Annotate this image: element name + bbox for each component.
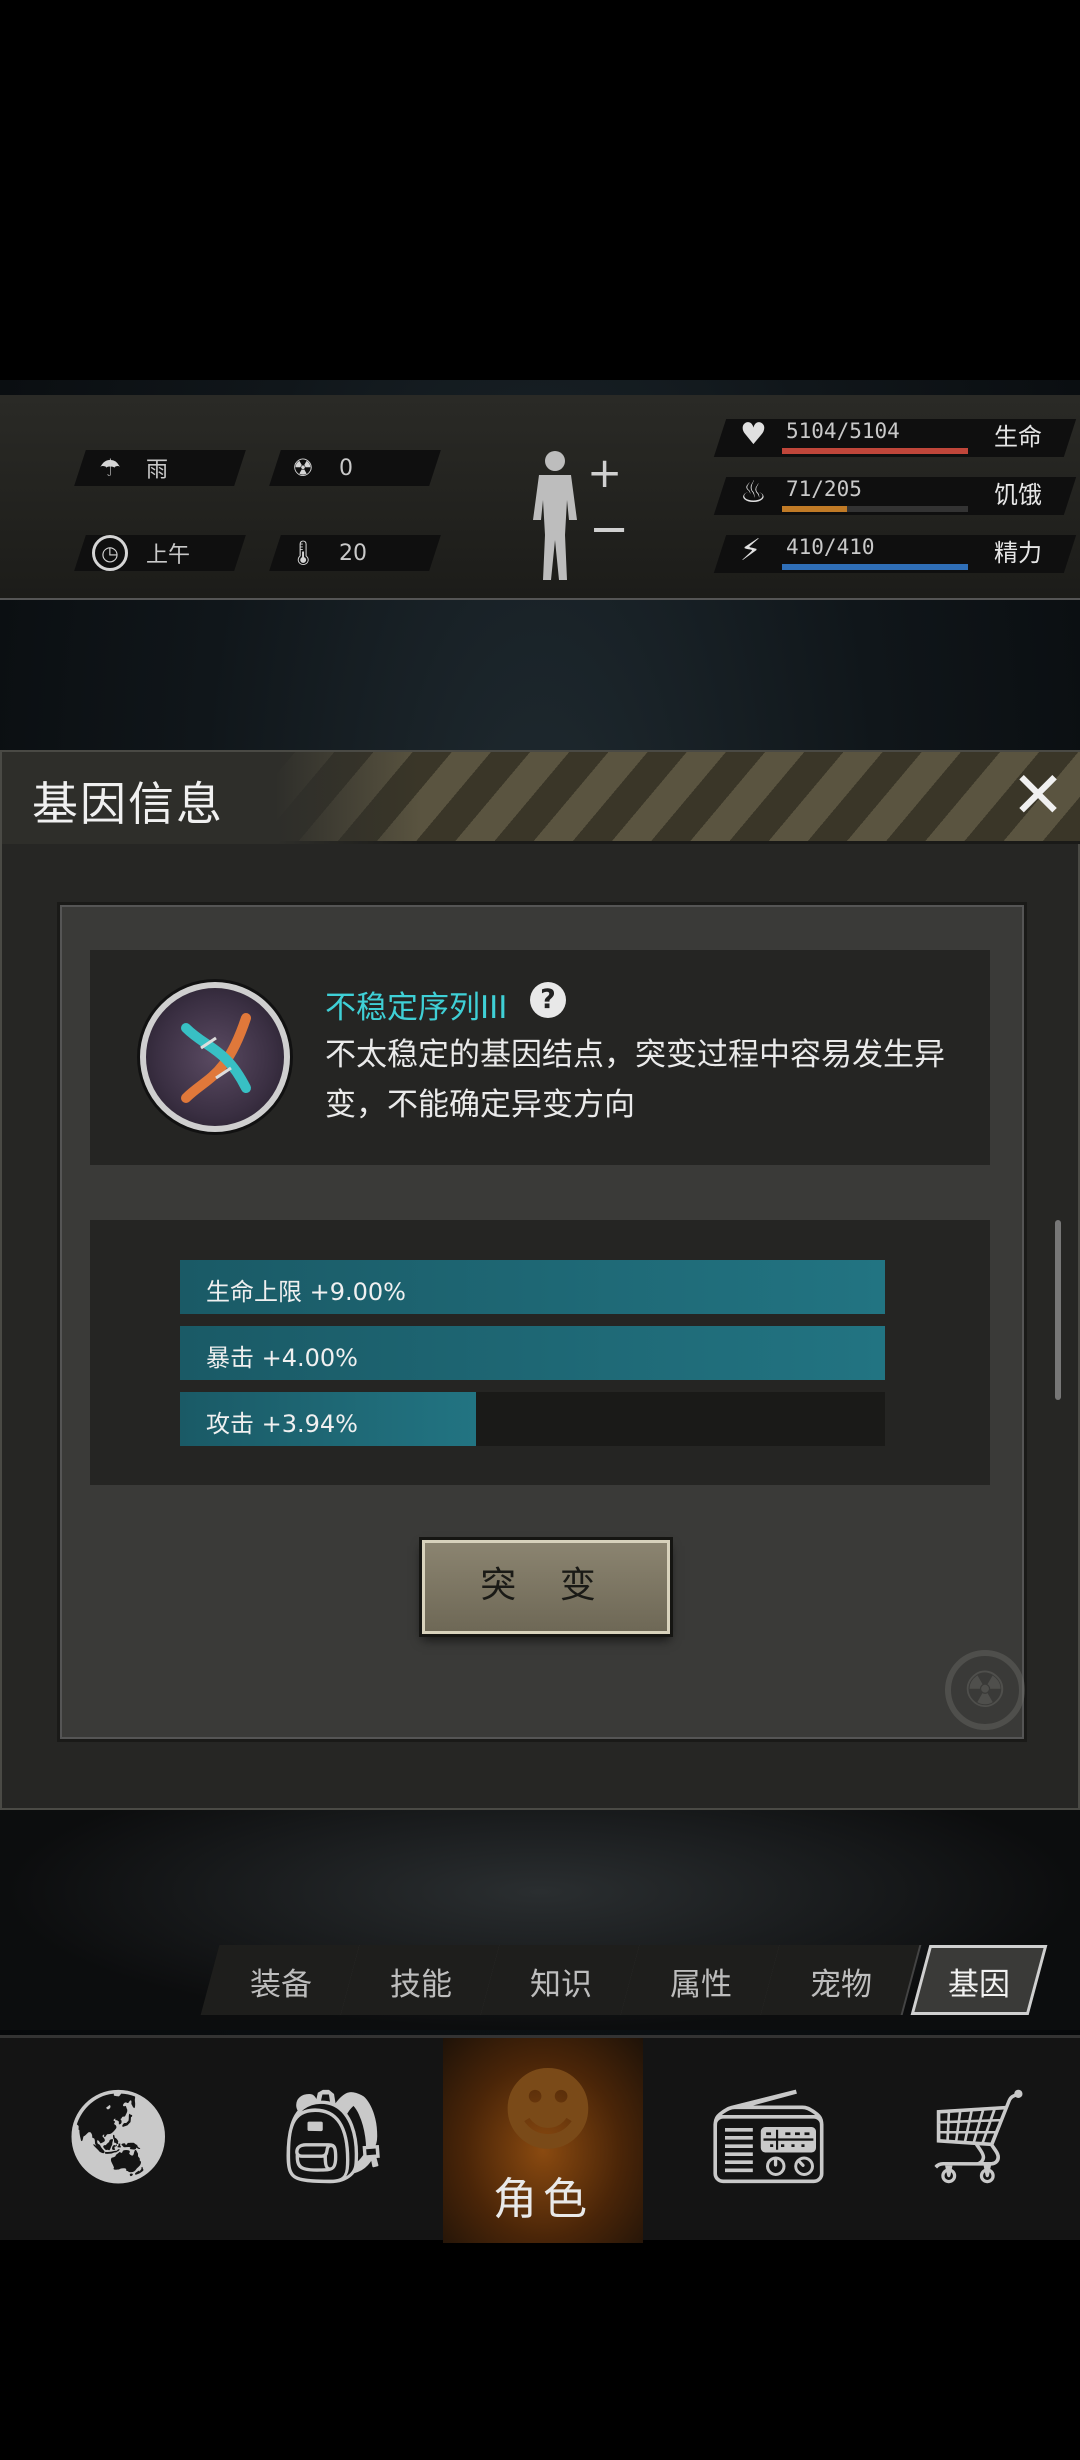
rain-cloud-icon: ☂ bbox=[99, 454, 121, 482]
bottom-navigation: 🌏︎ 🎒︎ ☻ 角色 📻︎ 🛒︎ bbox=[0, 2035, 1080, 2243]
minus-icon: − bbox=[589, 501, 625, 557]
attribute-label: 暴击 +4.00% bbox=[206, 1344, 358, 1372]
dialog-title: 基因信息 bbox=[32, 777, 224, 831]
stomach-icon: ♨ bbox=[740, 475, 767, 510]
thermometer-icon: 🌡 bbox=[287, 539, 319, 567]
tab-label: 知识 bbox=[530, 1967, 592, 2003]
dna-icon bbox=[140, 982, 290, 1132]
scrollbar[interactable] bbox=[1055, 1220, 1061, 1400]
gene-description: 不太稳定的基因结点，突变过程中容易发生异变，不能确定异变方向 bbox=[325, 1037, 945, 1123]
radiation-watermark-icon: ☢ bbox=[945, 1650, 1025, 1730]
close-icon: ✕ bbox=[1011, 759, 1065, 833]
brain-energy-icon: ⚡ bbox=[740, 533, 762, 568]
hunger-value: 71/205 bbox=[786, 477, 862, 501]
nav-world-map[interactable]: 🌏︎ bbox=[10, 2038, 210, 2243]
attribute-list: 生命上限 +9.00% 暴击 +4.00% 攻击 +3.94% bbox=[90, 1220, 990, 1485]
nav-character[interactable]: ☻ 角色 bbox=[443, 2038, 643, 2243]
gene-info-dialog: 基因信息 ✕ 不稳定序列III ? 不太稳定的基因结点，突变过程中容易发生异变，… bbox=[0, 750, 1080, 1810]
clock-icon: ◷ bbox=[92, 535, 128, 571]
shopping-cart-icon: 🛒︎ bbox=[920, 2083, 1037, 2190]
nav-shop[interactable]: 🛒︎ bbox=[870, 2038, 1070, 2243]
health-label: 生命 bbox=[994, 423, 1042, 451]
backpack-icon: 🎒︎ bbox=[275, 2083, 392, 2190]
tab-label: 基因 bbox=[948, 1967, 1010, 2003]
attribute-label: 攻击 +3.94% bbox=[206, 1410, 358, 1438]
nav-radio[interactable]: 📻︎ bbox=[660, 2038, 860, 2243]
attribute-label: 生命上限 +9.00% bbox=[206, 1278, 406, 1306]
energy-label: 精力 bbox=[994, 539, 1042, 567]
heart-icon: ♥ bbox=[740, 417, 767, 452]
energy-bar bbox=[782, 564, 968, 570]
attribute-row: 攻击 +3.94% bbox=[180, 1392, 885, 1446]
radiation-value: 0 bbox=[339, 455, 353, 481]
time-label: 上午 bbox=[146, 543, 191, 568]
energy-value: 410/410 bbox=[786, 535, 875, 559]
tab-label: 技能 bbox=[390, 1967, 452, 2003]
globe-icon: 🌏︎ bbox=[60, 2083, 177, 2190]
radiation-indicator: ☢ 0 bbox=[285, 450, 353, 486]
body-status-button[interactable]: + − bbox=[525, 445, 625, 585]
radio-icon: 📻︎ bbox=[710, 2083, 827, 2190]
tab-label: 宠物 bbox=[810, 1967, 872, 2003]
attribute-row: 生命上限 +9.00% bbox=[180, 1260, 885, 1314]
gene-panel: 不稳定序列III ? 不太稳定的基因结点，突变过程中容易发生异变，不能确定异变方… bbox=[57, 902, 1027, 1742]
hunger-stat: ♨ 71/205 饥饿 bbox=[713, 473, 1077, 517]
weather-indicator: ☂ 雨 bbox=[92, 450, 168, 486]
status-bar: ☂ 雨 ☢ 0 ◷ 上午 🌡 20 + − ♥ 5104/5104 生命 ♨ 7… bbox=[0, 395, 1080, 600]
health-stat: ♥ 5104/5104 生命 bbox=[713, 415, 1077, 459]
energy-stat: ⚡ 410/410 精力 bbox=[713, 531, 1077, 575]
temperature-value: 20 bbox=[339, 540, 367, 566]
game-screen: ☂ 雨 ☢ 0 ◷ 上午 🌡 20 + − ♥ 5104/5104 生命 ♨ 7… bbox=[0, 0, 1080, 2460]
health-value: 5104/5104 bbox=[786, 419, 900, 443]
weather-label: 雨 bbox=[146, 458, 169, 483]
health-bar bbox=[782, 448, 968, 454]
nav-backpack[interactable]: 🎒︎ bbox=[225, 2038, 425, 2243]
hunger-label: 饥饿 bbox=[994, 481, 1042, 509]
time-indicator: ◷ 上午 bbox=[92, 535, 190, 571]
gene-info-box: 不稳定序列III ? 不太稳定的基因结点，突变过程中容易发生异变，不能确定异变方… bbox=[90, 950, 990, 1165]
radiation-icon: ☢ bbox=[292, 454, 314, 482]
tab-label: 属性 bbox=[670, 1967, 732, 2003]
dialog-header: 基因信息 ✕ bbox=[2, 752, 1080, 844]
help-icon[interactable]: ? bbox=[530, 982, 566, 1018]
hunger-bar bbox=[782, 506, 848, 512]
mutate-button[interactable]: 突 变 bbox=[422, 1540, 670, 1634]
tab-label: 装备 bbox=[250, 1967, 312, 2003]
character-head-icon: ☻ bbox=[500, 2057, 596, 2164]
temperature-indicator: 🌡 20 bbox=[285, 535, 367, 571]
close-button[interactable]: ✕ bbox=[1002, 760, 1074, 832]
gene-name: 不稳定序列III bbox=[325, 990, 508, 1026]
nav-character-label: 角色 bbox=[493, 2174, 593, 2225]
plus-icon: + bbox=[587, 448, 622, 497]
attribute-row: 暴击 +4.00% bbox=[180, 1326, 885, 1380]
character-tabs: 装备 技能 知识 属性 宠物 基因 bbox=[190, 1945, 1070, 2017]
dna-helix-graphic bbox=[181, 1013, 251, 1103]
